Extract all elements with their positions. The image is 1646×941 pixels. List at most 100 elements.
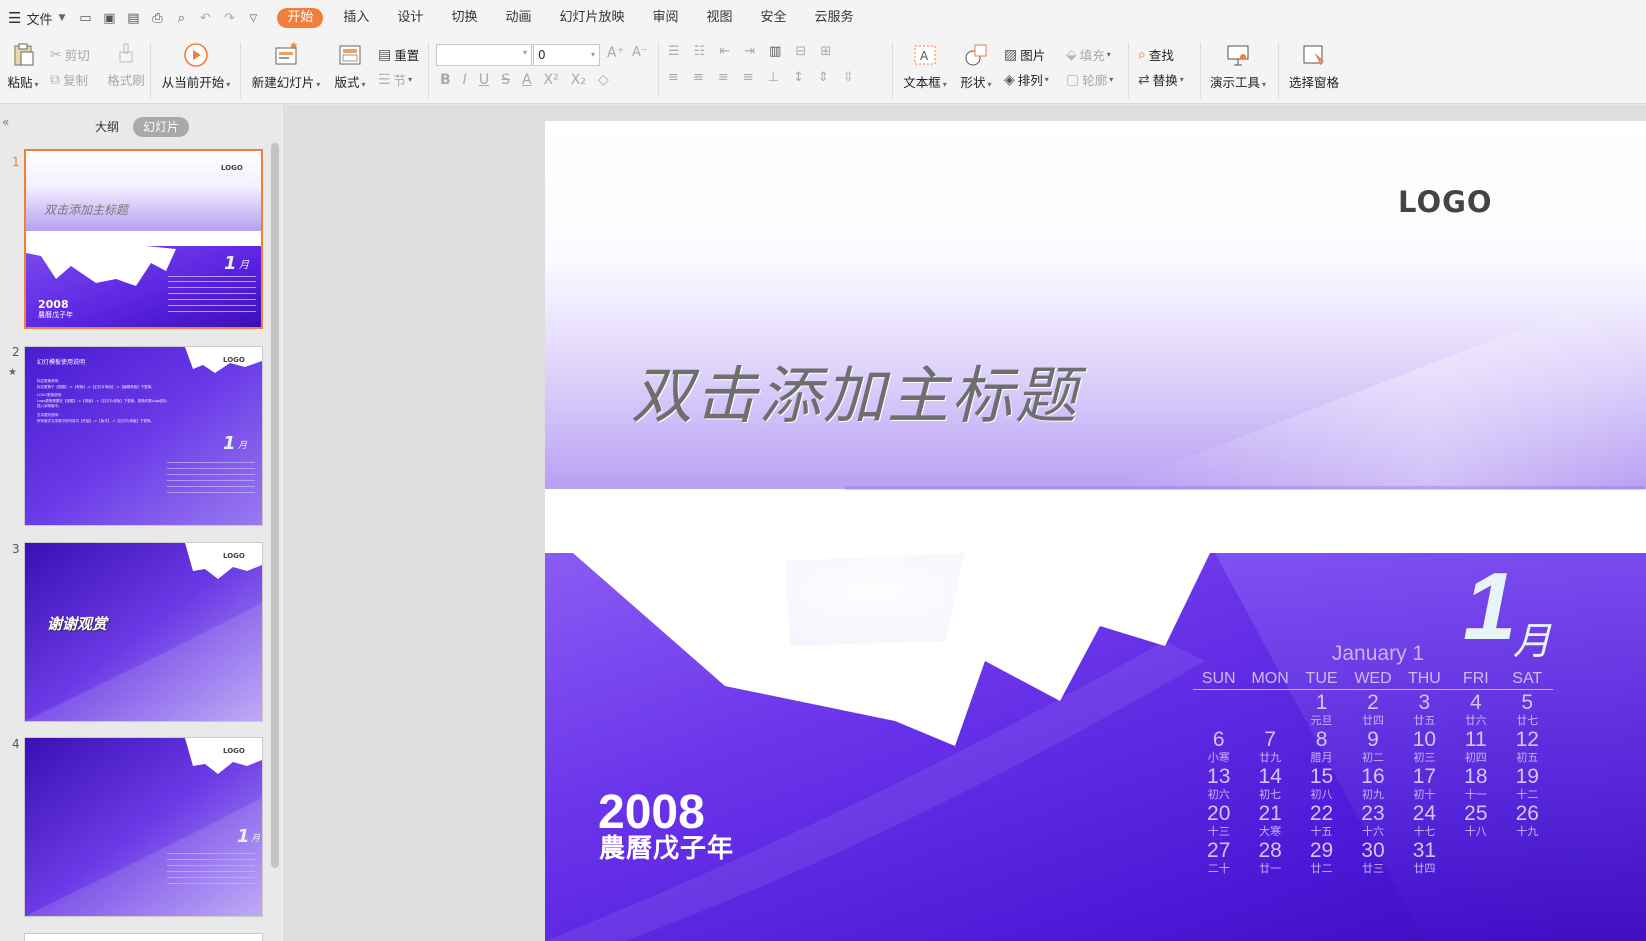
- eraser-icon[interactable]: ◇: [598, 72, 609, 88]
- tab-slides[interactable]: 幻灯片: [133, 117, 190, 137]
- replace-button[interactable]: ⇄ 替换 ▾: [1138, 70, 1184, 89]
- calendar-day-cell: [1502, 840, 1553, 877]
- tab-animation[interactable]: 动画: [491, 8, 545, 28]
- font-size-select[interactable]: 0 ▾: [533, 44, 600, 66]
- redo-icon[interactable]: ↷: [219, 8, 239, 28]
- tab-view[interactable]: 视图: [693, 8, 747, 28]
- new-slide-button[interactable]: ✱ 新建幻灯片 ▾: [250, 42, 322, 91]
- calendar-lunar-date: 廿二: [1310, 862, 1333, 875]
- year-text[interactable]: 2008: [598, 789, 705, 837]
- distribute-icon[interactable]: ⊥: [768, 70, 779, 85]
- tab-outline[interactable]: 大纲: [85, 117, 129, 137]
- reset-label: 重置: [394, 48, 420, 63]
- slide-thumbnail-2[interactable]: LOGO 1 月 幻灯模板使用说明 标志更换说明： 标志更换于【视图】->【母版…: [24, 346, 263, 526]
- slide-thumbnail-5[interactable]: [24, 933, 263, 941]
- lunar-year-text[interactable]: 農曆戊子年: [599, 835, 734, 864]
- svg-text:月: 月: [239, 260, 250, 271]
- animation-star-icon: ★: [8, 367, 17, 378]
- calendar-day-cell: 15 初八: [1296, 766, 1347, 803]
- calendar-lunar-date: 小寒: [1207, 751, 1230, 764]
- calendar-day-number: 29: [1309, 839, 1334, 862]
- svg-text:2008: 2008: [38, 298, 69, 311]
- customize-icon[interactable]: ▽: [243, 8, 263, 28]
- bullet-list-icon[interactable]: ☰: [668, 44, 680, 59]
- tab-design[interactable]: 设计: [383, 8, 437, 28]
- align-left-icon[interactable]: ≡: [668, 70, 679, 85]
- decrease-indent-icon[interactable]: ⇤: [719, 44, 730, 59]
- arrange-button[interactable]: ◈ 排列 ▾: [1004, 70, 1049, 89]
- calendar-day-cell: 20 十三: [1193, 803, 1244, 840]
- layout-button[interactable]: 版式 ▾: [330, 42, 370, 91]
- calendar[interactable]: January 1 SUN MON TUE WED THU FRI SAT 1元…: [1193, 642, 1553, 877]
- slide-thumbnail-1[interactable]: LOGO 双击添加主标题 1 月 2008 農曆戊子年: [24, 149, 263, 329]
- shrink-font-icon[interactable]: A⁻: [632, 45, 648, 60]
- font-family-select[interactable]: ▾: [436, 44, 532, 66]
- tab-insert[interactable]: 插入: [329, 8, 383, 28]
- shape-button[interactable]: 形状 ▾: [956, 42, 996, 91]
- fill-button[interactable]: ⬙ 填充 ▾: [1066, 45, 1111, 64]
- section-button[interactable]: ☰ 节 ▾: [378, 70, 412, 89]
- slide-editor[interactable]: LOGO 双击添加主标题 1 月 January 1 SUN MON TUE W…: [545, 121, 1646, 941]
- selection-pane-button[interactable]: 选择窗格: [1286, 42, 1342, 91]
- text-direction-icon[interactable]: ⊟: [795, 44, 806, 59]
- bold-icon[interactable]: B: [440, 72, 451, 88]
- calendar-day-number: 16: [1361, 765, 1385, 788]
- grow-font-icon[interactable]: A⁺: [607, 45, 624, 61]
- reset-button[interactable]: ▤ 重置: [378, 45, 419, 64]
- numbered-list-icon[interactable]: ☷: [694, 44, 706, 59]
- panel-scrollbar[interactable]: [271, 143, 279, 868]
- strikethrough-icon[interactable]: S: [501, 72, 510, 88]
- subscript-icon[interactable]: X₂: [571, 72, 586, 88]
- slide-thumbnail-3[interactable]: LOGO 谢谢观赏: [24, 542, 263, 722]
- increase-indent-icon[interactable]: ⇥: [744, 44, 755, 59]
- undo-icon[interactable]: ↶: [195, 8, 215, 28]
- calendar-lunar-date: 廿九: [1259, 751, 1282, 764]
- find-button[interactable]: ⌕ 查找: [1138, 45, 1174, 64]
- tab-transition[interactable]: 切换: [437, 8, 491, 28]
- spacing-more-icon[interactable]: ⇳: [843, 70, 854, 85]
- underline-icon[interactable]: U: [479, 72, 489, 88]
- slide-logo[interactable]: LOGO: [1398, 185, 1493, 219]
- textbox-button[interactable]: A 文本框 ▾: [900, 42, 950, 91]
- tab-cloud[interactable]: 云服务: [801, 8, 868, 28]
- open-icon[interactable]: ▭: [75, 8, 95, 28]
- slide-title[interactable]: 双击添加主标题: [631, 345, 1079, 435]
- italic-icon[interactable]: I: [463, 72, 467, 88]
- weekday: FRI: [1462, 670, 1489, 687]
- slide-thumbnail-4[interactable]: LOGO 1 月: [24, 737, 263, 917]
- format-painter-button[interactable]: 格式刷: [106, 42, 146, 89]
- calendar-day-number: 10: [1412, 728, 1437, 751]
- calendar-day-cell: 29 廿二: [1296, 840, 1347, 877]
- file-menu[interactable]: ☰ 文件 ▼: [8, 9, 65, 28]
- align-right-icon[interactable]: ≡: [718, 70, 729, 85]
- align-center-icon[interactable]: ≡: [693, 70, 704, 85]
- tab-security[interactable]: 安全: [747, 8, 801, 28]
- tab-review[interactable]: 审阅: [638, 8, 692, 28]
- tab-home[interactable]: 开始: [277, 8, 324, 28]
- calendar-lunar-date: 廿四: [1413, 862, 1436, 875]
- align-text-icon[interactable]: ⊞: [820, 44, 831, 59]
- copy-button[interactable]: ⧉ 复制: [50, 70, 88, 89]
- pdf-icon[interactable]: ▤: [123, 8, 143, 28]
- presenter-tools-button[interactable]: 演示工具 ▾: [1208, 42, 1268, 91]
- collapse-panel-icon[interactable]: «: [2, 115, 9, 129]
- print-icon[interactable]: ⎙: [147, 8, 167, 28]
- outline-button[interactable]: ▢ 轮廓 ▾: [1066, 70, 1113, 89]
- font-color-icon[interactable]: A: [522, 72, 532, 88]
- paragraph-spacing-icon[interactable]: ⇕: [818, 70, 829, 85]
- line-spacing-icon[interactable]: ↕: [793, 70, 804, 85]
- shape-label: 形状: [960, 75, 986, 90]
- picture-button[interactable]: ▨ 图片: [1004, 45, 1045, 64]
- print-preview-icon[interactable]: ⌕: [171, 8, 191, 28]
- tab-slideshow[interactable]: 幻灯片放映: [545, 8, 638, 28]
- month-number[interactable]: 1: [1463, 559, 1516, 655]
- columns-icon[interactable]: ▥: [769, 44, 781, 59]
- justify-icon[interactable]: ≡: [743, 70, 754, 85]
- paste-button[interactable]: 粘贴 ▾: [6, 42, 40, 91]
- superscript-icon[interactable]: X²: [544, 72, 559, 88]
- from-current-button[interactable]: 从当前开始 ▾: [160, 42, 232, 91]
- arrange-label: 排列: [1017, 73, 1043, 88]
- cut-button[interactable]: ✂ 剪切: [50, 45, 90, 64]
- calendar-day-number: 24: [1412, 802, 1437, 825]
- save-icon[interactable]: ▣: [99, 8, 119, 28]
